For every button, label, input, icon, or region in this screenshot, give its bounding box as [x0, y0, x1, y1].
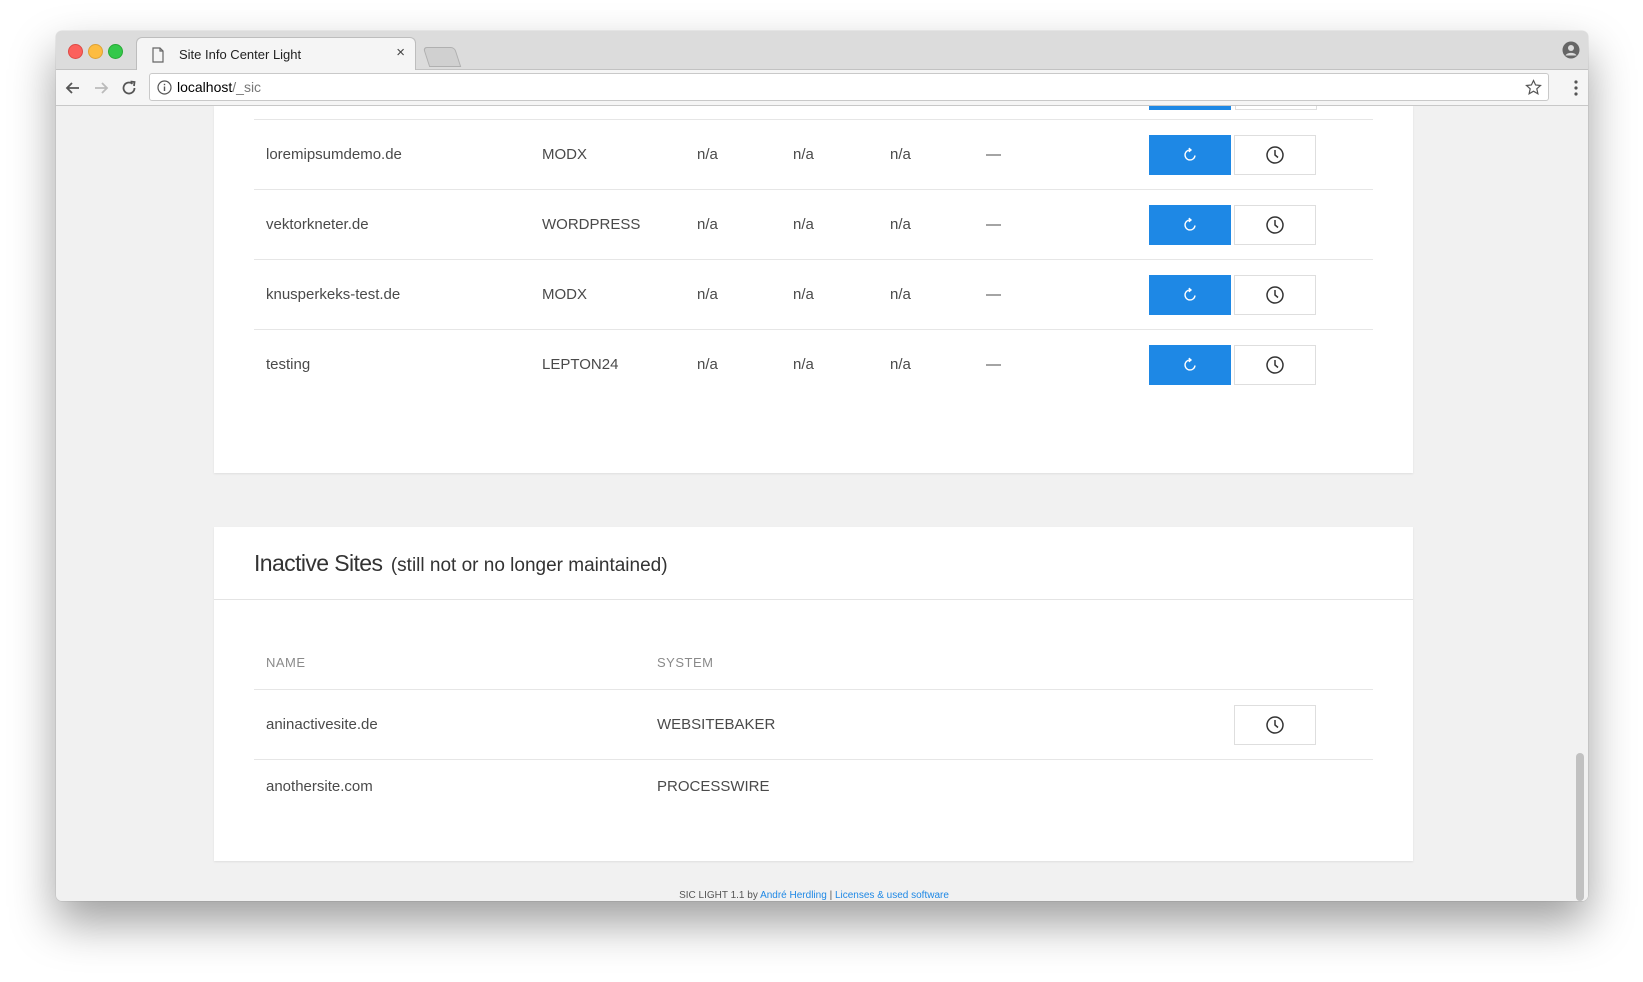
- column-header-name[interactable]: NAME: [266, 655, 306, 670]
- history-button-partial[interactable]: [1235, 106, 1317, 110]
- history-button[interactable]: [1234, 345, 1316, 385]
- history-button[interactable]: [1234, 205, 1316, 245]
- site-status-dash: —: [986, 146, 1001, 163]
- site-status-dash: —: [986, 356, 1001, 373]
- site-value: n/a: [697, 216, 718, 233]
- refresh-icon: [1184, 357, 1196, 371]
- address-bar[interactable]: localhost/_sic: [149, 73, 1549, 101]
- browser-tab[interactable]: Site Info Center Light ×: [136, 37, 416, 70]
- site-system: WEBSITEBAKER: [657, 716, 776, 733]
- table-row: testing LEPTON24 n/a n/a n/a —: [254, 329, 1373, 400]
- site-system: MODX: [542, 146, 587, 163]
- site-value: n/a: [890, 216, 911, 233]
- table-row: loremipsumdemo.de MODX n/a n/a n/a —: [254, 119, 1373, 190]
- browser-menu-icon[interactable]: [1573, 78, 1579, 98]
- site-value: n/a: [793, 356, 814, 373]
- footer-separator: |: [829, 890, 833, 901]
- site-name: aninactivesite.de: [266, 716, 378, 733]
- url-path: /_sic: [232, 79, 262, 95]
- table-row: anothersite.com PROCESSWIRE: [254, 759, 1373, 822]
- clock-icon: [1266, 286, 1284, 304]
- site-value: n/a: [793, 286, 814, 303]
- clock-icon: [1266, 716, 1284, 734]
- refresh-button-partial[interactable]: [1149, 106, 1231, 110]
- refresh-button[interactable]: [1149, 205, 1231, 245]
- refresh-icon: [1184, 217, 1196, 231]
- site-value: n/a: [793, 216, 814, 233]
- site-status-dash: —: [986, 216, 1001, 233]
- tab-title: Site Info Center Light: [179, 47, 302, 62]
- tab-bar: Site Info Center Light ×: [56, 31, 1588, 70]
- history-button[interactable]: [1234, 135, 1316, 175]
- site-value: n/a: [793, 146, 814, 163]
- site-system: WORDPRESS: [542, 216, 641, 233]
- page-icon: [152, 47, 164, 63]
- refresh-button[interactable]: [1149, 135, 1231, 175]
- site-name: loremipsumdemo.de: [266, 146, 402, 163]
- licenses-link[interactable]: Licenses & used software: [835, 890, 949, 901]
- history-button[interactable]: [1234, 705, 1316, 745]
- history-button[interactable]: [1234, 275, 1316, 315]
- site-name: vektorkneter.de: [266, 216, 369, 233]
- reload-icon[interactable]: [118, 77, 140, 99]
- inactive-sites-card: Inactive Sites (still not or no longer m…: [214, 527, 1413, 861]
- table-row: vektorkneter.de WORDPRESS n/a n/a n/a —: [254, 189, 1373, 260]
- site-value: n/a: [890, 356, 911, 373]
- table-row: knusperkeks-test.de MODX n/a n/a n/a —: [254, 259, 1373, 330]
- tab-close-icon[interactable]: ×: [396, 44, 405, 61]
- url-host: localhost: [177, 79, 233, 95]
- clock-icon: [1266, 356, 1284, 374]
- url-text: localhost/_sic: [177, 79, 261, 95]
- refresh-button[interactable]: [1149, 345, 1231, 385]
- info-icon[interactable]: [157, 80, 172, 95]
- clock-icon: [1266, 146, 1284, 164]
- site-value: n/a: [697, 146, 718, 163]
- back-arrow-icon[interactable]: [62, 77, 84, 99]
- site-value: n/a: [890, 286, 911, 303]
- site-system: LEPTON24: [542, 356, 619, 373]
- card-header: Inactive Sites (still not or no longer m…: [214, 527, 1413, 600]
- zoom-window-button[interactable]: [108, 44, 123, 59]
- site-name: testing: [266, 356, 311, 373]
- card-title-main: Inactive Sites: [254, 550, 383, 576]
- site-value: n/a: [697, 356, 718, 373]
- page-viewport: loremipsumdemo.de MODX n/a n/a n/a — vek…: [56, 106, 1588, 901]
- site-system: PROCESSWIRE: [657, 778, 770, 795]
- browser-window: Site Info Center Light × localhost/_sic …: [56, 31, 1588, 901]
- refresh-button[interactable]: [1149, 275, 1231, 315]
- minimize-window-button[interactable]: [88, 44, 103, 59]
- site-system: MODX: [542, 286, 587, 303]
- scrollbar[interactable]: [1572, 106, 1588, 901]
- author-link[interactable]: André Herdling: [760, 890, 827, 901]
- refresh-icon: [1184, 147, 1196, 161]
- page-footer: SIC LIGHT 1.1 by André Herdling | Licens…: [56, 890, 1572, 901]
- scrollbar-thumb[interactable]: [1576, 753, 1584, 901]
- close-window-button[interactable]: [68, 44, 83, 59]
- site-name: knusperkeks-test.de: [266, 286, 401, 303]
- column-header-system[interactable]: SYSTEM: [657, 655, 713, 670]
- clock-icon: [1266, 216, 1284, 234]
- site-status-dash: —: [986, 286, 1001, 303]
- new-tab-button[interactable]: [422, 47, 462, 67]
- browser-toolbar: localhost/_sic: [56, 70, 1588, 106]
- footer-version: SIC LIGHT 1.1 by: [679, 890, 758, 901]
- site-name: anothersite.com: [266, 778, 373, 795]
- refresh-icon: [1184, 287, 1196, 301]
- site-value: n/a: [890, 146, 911, 163]
- forward-arrow-icon[interactable]: [90, 77, 112, 99]
- active-sites-card: loremipsumdemo.de MODX n/a n/a n/a — vek…: [214, 106, 1413, 473]
- card-title-sub: (still not or no longer maintained): [390, 555, 668, 576]
- profile-icon[interactable]: [1562, 41, 1580, 59]
- table-row: aninactivesite.de WEBSITEBAKER: [254, 689, 1373, 760]
- card-title: Inactive Sites (still not or no longer m…: [254, 550, 668, 577]
- site-value: n/a: [697, 286, 718, 303]
- bookmark-star-icon[interactable]: [1525, 79, 1542, 96]
